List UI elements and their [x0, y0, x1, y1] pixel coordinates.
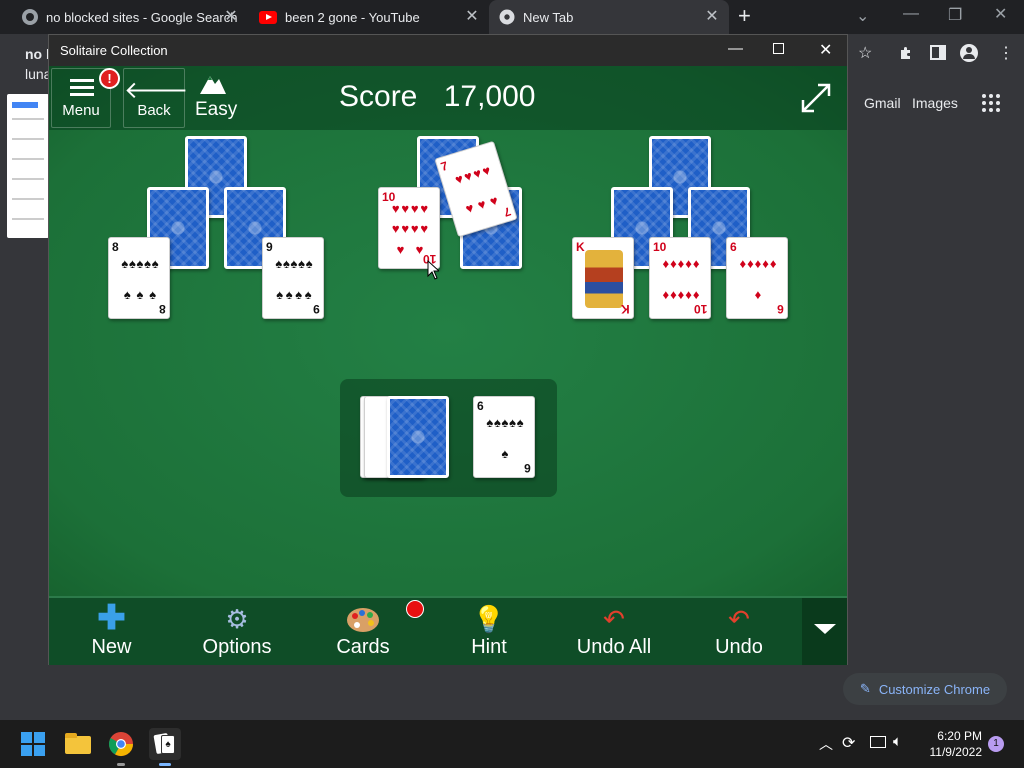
- bookmark-star-icon[interactable]: ☆: [858, 43, 872, 63]
- mouse-cursor-icon: [427, 259, 441, 280]
- extensions-icon[interactable]: [898, 45, 914, 61]
- gmail-link[interactable]: Gmail: [864, 95, 901, 111]
- chevron-down-icon: [814, 624, 836, 634]
- tab-title: New Tab: [523, 9, 574, 25]
- expand-commands-button[interactable]: [802, 598, 847, 665]
- tab-title: no blocked sites - Google Search: [46, 9, 238, 25]
- chrome-taskbar-icon[interactable]: [105, 728, 137, 766]
- solitaire-titlebar: Solitaire Collection — ✕: [49, 35, 847, 66]
- tab-youtube[interactable]: been 2 gone - YouTube ✕: [249, 0, 489, 34]
- youtube-icon: [259, 10, 277, 24]
- side-panel-icon[interactable]: [930, 45, 946, 60]
- close-tab-icon[interactable]: ✕: [463, 8, 481, 26]
- network-icon[interactable]: [870, 736, 886, 748]
- card-6-diamonds[interactable]: 6 ♦ ♦ ♦ ♦ ♦ ♦ 6: [726, 237, 788, 319]
- close-window-icon[interactable]: ✕: [994, 4, 1007, 24]
- search-thumbnail[interactable]: [7, 94, 49, 238]
- close-window-icon[interactable]: ✕: [819, 40, 832, 60]
- close-tab-icon[interactable]: ✕: [222, 8, 240, 26]
- clock-date: 11/9/2022: [929, 745, 983, 759]
- card-8-spades[interactable]: 8 ♠ ♠ ♠ ♠ ♠ ♠ ♠ ♠ 8: [108, 237, 170, 319]
- card-10-diamonds[interactable]: 10 ♦ ♦ ♦ ♦ ♦ ♦ ♦ ♦ ♦ ♦ 10: [649, 237, 711, 319]
- undo-all-icon: ↶: [603, 604, 625, 634]
- waste-card-6-spades[interactable]: 6 ♠ ♠ ♠ ♠ ♠ ♠ 6: [473, 396, 535, 478]
- pencil-icon: ✎: [859, 681, 871, 696]
- sync-icon[interactable]: ⟳: [842, 733, 855, 753]
- chrome-menu-icon[interactable]: ⋮: [998, 43, 1014, 63]
- profile-avatar-icon[interactable]: [960, 44, 978, 62]
- back-button[interactable]: 🡐 Back: [123, 68, 189, 128]
- chrome-icon: [499, 9, 515, 25]
- window-title: Solitaire Collection: [60, 43, 168, 58]
- minimize-icon[interactable]: —: [903, 5, 919, 23]
- card-10-hearts[interactable]: 10 ♥ ♥ ♥ ♥ ♥ ♥ ♥ ♥ ♥ ♥ 10: [378, 187, 440, 269]
- tab-google-search[interactable]: no blocked sites - Google Search ✕: [8, 0, 248, 34]
- difficulty-indicator: Easy: [195, 70, 238, 128]
- notification-badge: !: [99, 68, 120, 89]
- new-tab-button[interactable]: +: [738, 5, 758, 27]
- notification-count-badge[interactable]: 1: [988, 736, 1004, 752]
- volume-icon[interactable]: 🔈︎: [893, 733, 902, 750]
- score-value: 17,000: [443, 80, 536, 113]
- solitaire-window: Solitaire Collection — ✕ Menu ! 🡐 Back E…: [48, 34, 848, 665]
- clock[interactable]: 6:20 PM 11/9/2022: [922, 728, 983, 760]
- images-link[interactable]: Images: [912, 95, 958, 111]
- chrome-tab-strip: no blocked sites - Google Search ✕ been …: [0, 0, 1024, 34]
- maximize-icon[interactable]: [773, 43, 784, 54]
- undo-button[interactable]: ↶ Undo: [701, 598, 777, 665]
- tab-title: been 2 gone - YouTube: [285, 9, 420, 25]
- gear-icon: ⚙: [225, 604, 249, 634]
- fullscreen-icon[interactable]: [799, 81, 833, 115]
- hint-label: Hint: [471, 636, 507, 658]
- tab-new-tab[interactable]: New Tab ✕: [489, 0, 729, 34]
- start-windows-icon[interactable]: [21, 732, 45, 756]
- difficulty-label: Easy: [195, 99, 238, 120]
- clock-time: 6:20 PM: [937, 729, 982, 743]
- menu-label: Menu: [62, 102, 100, 119]
- card-9-spades[interactable]: 9 ♠ ♠ ♠ ♠ ♠ ♠ ♠ ♠ ♠ 9: [262, 237, 324, 319]
- minimize-icon[interactable]: —: [728, 40, 743, 57]
- close-tab-icon[interactable]: ✕: [703, 8, 721, 26]
- cards-button[interactable]: Cards: [321, 598, 405, 665]
- options-button[interactable]: ⚙ Options: [189, 598, 285, 665]
- cards-notification-dot: [406, 600, 424, 618]
- back-arrow-icon: 🡐: [124, 77, 189, 104]
- undo-label: Undo: [715, 636, 763, 658]
- options-label: Options: [202, 636, 272, 658]
- king-face-art: [585, 250, 623, 308]
- hint-button[interactable]: 💡 Hint: [449, 598, 529, 665]
- chevron-up-icon[interactable]: ︿: [819, 734, 833, 754]
- google-icon: [22, 9, 38, 25]
- taskbar: ♠ ︿ ⟳ 🔈︎ 6:20 PM 11/9/2022 1: [0, 720, 1024, 768]
- score-display: Score 17,000: [339, 80, 535, 114]
- apps-grid-icon[interactable]: [982, 94, 1000, 112]
- cards-label: Cards: [336, 636, 390, 658]
- score-label: Score: [339, 80, 418, 113]
- undo-all-button[interactable]: ↶ Undo All: [562, 598, 666, 665]
- file-explorer-icon[interactable]: [62, 728, 94, 760]
- tab-search-icon[interactable]: ⌄: [856, 6, 869, 26]
- new-game-button[interactable]: ✚ New: [69, 598, 154, 665]
- undo-all-label: Undo All: [576, 636, 652, 658]
- solitaire-taskbar-icon[interactable]: ♠: [149, 728, 181, 766]
- customize-chrome-button[interactable]: ✎ Customize Chrome: [843, 673, 1007, 705]
- stock-pile[interactable]: [387, 396, 449, 478]
- mountain-icon: [200, 76, 226, 94]
- plus-icon: ✚: [97, 599, 126, 637]
- undo-icon: ↶: [728, 604, 750, 634]
- new-label: New: [91, 636, 132, 658]
- command-bar: ✚ New ⚙ Options Cards 💡 Hint ↶ Undo All …: [49, 596, 847, 665]
- lightbulb-icon: 💡: [472, 604, 506, 634]
- restore-icon[interactable]: ❐: [948, 5, 962, 25]
- customize-label: Customize Chrome: [878, 681, 991, 697]
- back-label: Back: [137, 102, 171, 119]
- card-king-diamonds[interactable]: K K: [572, 237, 634, 319]
- hamburger-icon: [70, 79, 94, 82]
